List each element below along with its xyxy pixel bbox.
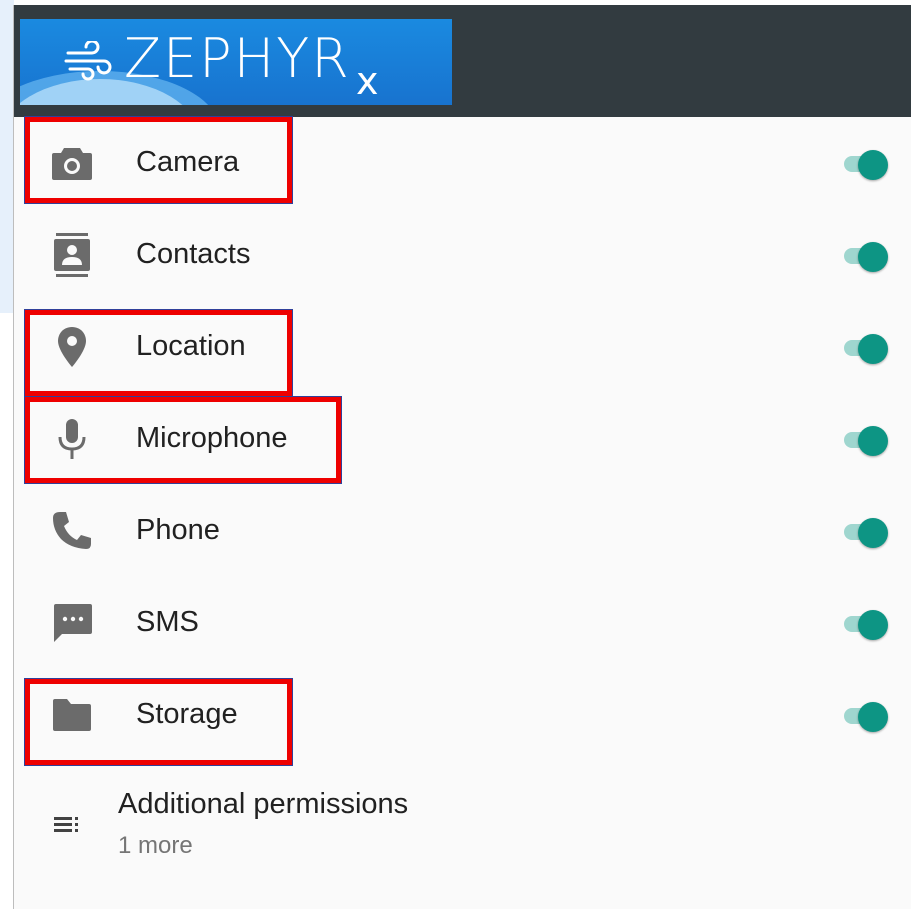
wind-icon: [64, 41, 112, 81]
additional-permissions-count: 1 more: [118, 832, 193, 859]
permission-row-sms[interactable]: SMS: [14, 577, 911, 669]
permission-toggle[interactable]: [842, 702, 892, 732]
highlight-box-location: [24, 309, 293, 397]
permission-toggle[interactable]: [842, 426, 892, 456]
permission-toggle[interactable]: [842, 150, 892, 180]
top-app-bar: ZEPHYR x: [14, 5, 911, 117]
permission-toggle[interactable]: [842, 518, 892, 548]
list-icon: [54, 817, 78, 832]
app-permissions-screen: ZEPHYR x Camera Contacts Location Microp…: [13, 5, 911, 909]
additional-permissions-title: Additional permissions: [118, 788, 409, 820]
permission-toggle[interactable]: [842, 242, 892, 272]
highlight-box-microphone: [24, 396, 342, 484]
slide-background: [0, 0, 14, 313]
permission-row-phone[interactable]: Phone: [14, 485, 911, 577]
permission-label: SMS: [136, 606, 199, 638]
sms-icon: [54, 604, 92, 642]
contacts-icon: [54, 233, 90, 277]
zephyr-logo: ZEPHYR x: [20, 19, 452, 105]
highlight-box-storage: [24, 678, 293, 766]
phone-icon: [53, 512, 91, 549]
permission-label: Contacts: [136, 238, 251, 270]
permission-row-contacts[interactable]: Contacts: [14, 209, 911, 301]
logo-subscript: x: [356, 59, 379, 103]
permission-toggle[interactable]: [842, 610, 892, 640]
additional-permissions-row[interactable]: Additional permissions 1 more: [14, 761, 911, 871]
highlight-box-camera: [24, 116, 293, 204]
permission-toggle[interactable]: [842, 334, 892, 364]
logo-text: ZEPHYR: [124, 27, 351, 90]
permission-label: Phone: [136, 514, 220, 546]
